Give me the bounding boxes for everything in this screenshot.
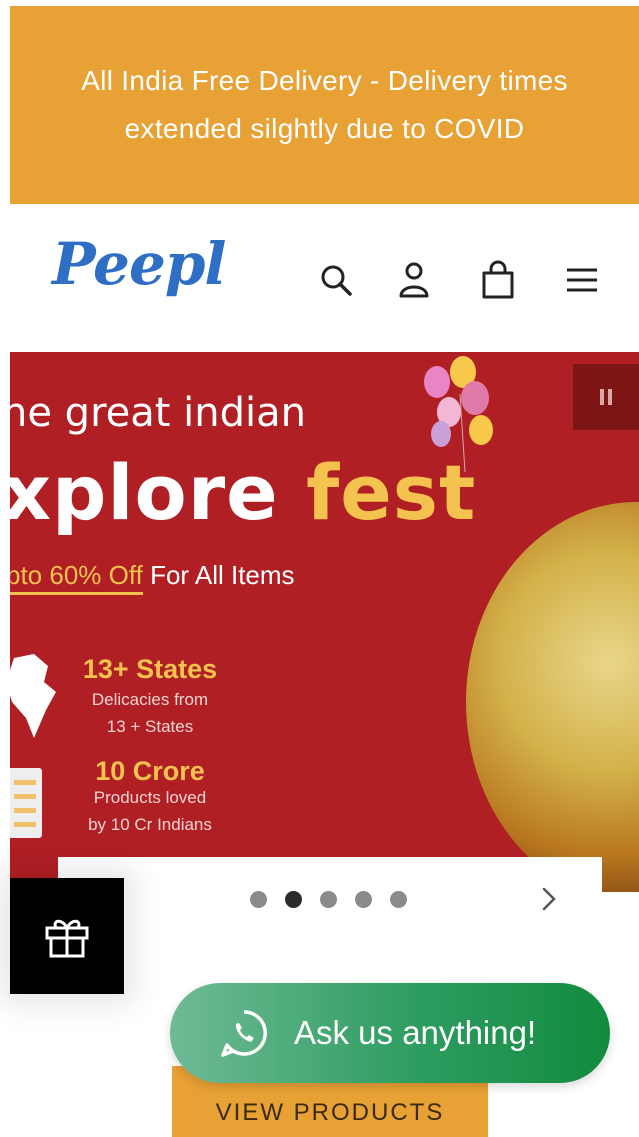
slider-controls [58,857,602,941]
banner-offer-rest: For All Items [142,560,295,590]
account-icon[interactable] [392,258,436,302]
slider-dots [250,891,407,908]
stat-states-title: 13+ States [82,654,218,684]
india-map-icon [10,654,56,738]
stat-crore-title: 10 Crore [95,756,205,786]
banner-offer-highlight: pto 60% Off [10,560,143,595]
pause-button[interactable] [573,364,639,430]
stat-states-sub1: Delicacies from [91,690,209,709]
banner-offer: pto 60% Off For All Items [10,560,295,595]
whatsapp-chat-button[interactable]: Ask us anything! [170,983,610,1083]
hero-banner[interactable]: he great indian xplore fest pto 60% Off … [10,352,639,892]
slider-dot[interactable] [250,891,267,908]
slider-dot[interactable] [320,891,337,908]
dessert-image [466,502,639,892]
banner-headline-part2: fest [306,448,477,537]
gift-button[interactable] [10,878,124,994]
whatsapp-icon [221,1010,267,1057]
announcement-text: All India Free Delivery - Delivery times… [81,65,568,144]
gift-icon [45,919,89,958]
banner-headline: xplore fest [10,448,476,537]
stat-crore-sub2: by 10 Cr Indians [88,815,212,834]
brand-logo[interactable]: Peepl [52,230,226,298]
stat-states-sub2: 13 + States [106,717,194,736]
chevron-right-icon [542,887,556,911]
whatsapp-label: Ask us anything! [294,1014,537,1051]
search-icon[interactable] [314,258,358,302]
cart-icon[interactable] [476,258,520,302]
slider-dot[interactable] [355,891,372,908]
slider-dot[interactable] [285,891,302,908]
clipboard-icon [10,768,42,838]
announcement-bar: All India Free Delivery - Delivery times… [10,6,639,204]
menu-icon[interactable] [560,258,604,302]
banner-line1: he great indian [10,390,306,436]
banner-headline-part1: xplore [10,448,307,537]
next-slide-button[interactable] [534,883,564,915]
slider-dot[interactable] [390,891,407,908]
stat-crore-sub1: Products loved [93,788,207,807]
